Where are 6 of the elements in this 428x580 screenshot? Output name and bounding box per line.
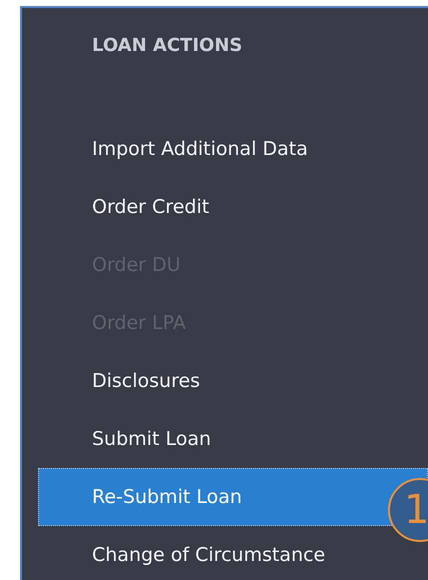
panel-title: LOAN ACTIONS: [91, 34, 244, 58]
callout-badge: 1: [388, 478, 428, 542]
menu-item[interactable]: Import Additional Data: [38, 120, 428, 178]
menu-item[interactable]: Submit Loan: [38, 410, 428, 468]
menu-item[interactable]: Disclosures: [38, 352, 428, 410]
menu-item[interactable]: Order Credit: [38, 178, 428, 236]
